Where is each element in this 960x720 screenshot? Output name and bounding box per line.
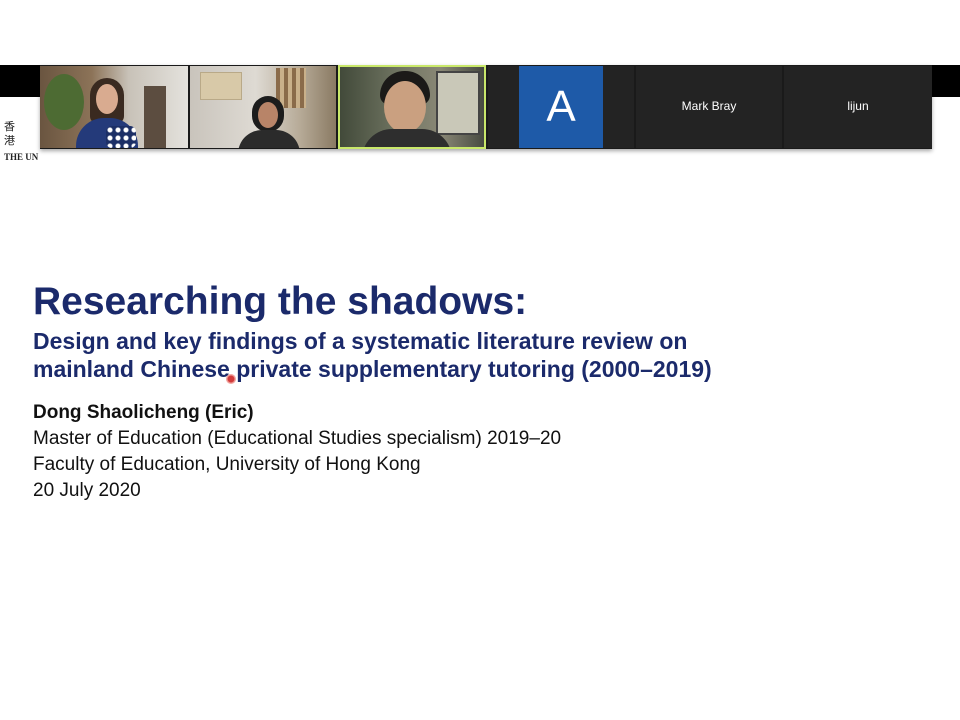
university-logo: 香 港 THE UN	[0, 120, 42, 162]
university-logo-english: THE UN	[4, 152, 39, 162]
participant-video-tile-1[interactable]	[40, 66, 188, 148]
participant-tile-lijun[interactable]: lijun	[784, 66, 932, 148]
slide-date: 20 July 2020	[33, 480, 141, 501]
participant-1-face	[96, 84, 118, 114]
university-logo-chinese: 香 港	[4, 121, 21, 147]
slide-subtitle-line-1: Design and key findings of a systematic …	[33, 328, 688, 354]
background-door	[144, 86, 166, 148]
participant-avatar-initial: A	[519, 66, 603, 148]
laser-pointer-icon	[226, 374, 236, 384]
participant-name-label: lijun	[847, 99, 869, 113]
background-plant	[44, 74, 84, 130]
slide-title: Researching the shadows:	[33, 280, 528, 323]
participant-video-tile-active-speaker[interactable]	[338, 65, 486, 149]
slide-subtitle-line-2: mainland Chinese private supplementary t…	[33, 356, 712, 382]
participant-name-label: Mark Bray	[681, 99, 737, 113]
participant-tile-mark-bray[interactable]: Mark Bray	[636, 66, 782, 148]
background-world-map	[200, 72, 242, 100]
slide-author: Dong Shaolicheng (Eric)	[33, 402, 254, 423]
slide-faculty: Faculty of Education, University of Hong…	[33, 454, 421, 475]
participant-2-face	[258, 102, 278, 128]
participant-video-tile-2[interactable]	[190, 66, 336, 148]
participant-3-face	[384, 81, 426, 133]
participant-gallery-strip: A Mark Bray lijun	[40, 65, 932, 149]
slide-subtitle: Design and key findings of a systematic …	[33, 327, 833, 383]
slide-program: Master of Education (Educational Studies…	[33, 428, 562, 449]
background-window	[436, 71, 480, 135]
participant-avatar-tile[interactable]: A	[488, 66, 634, 148]
participant-2-body	[238, 130, 300, 148]
participant-1-scarf	[106, 126, 136, 148]
